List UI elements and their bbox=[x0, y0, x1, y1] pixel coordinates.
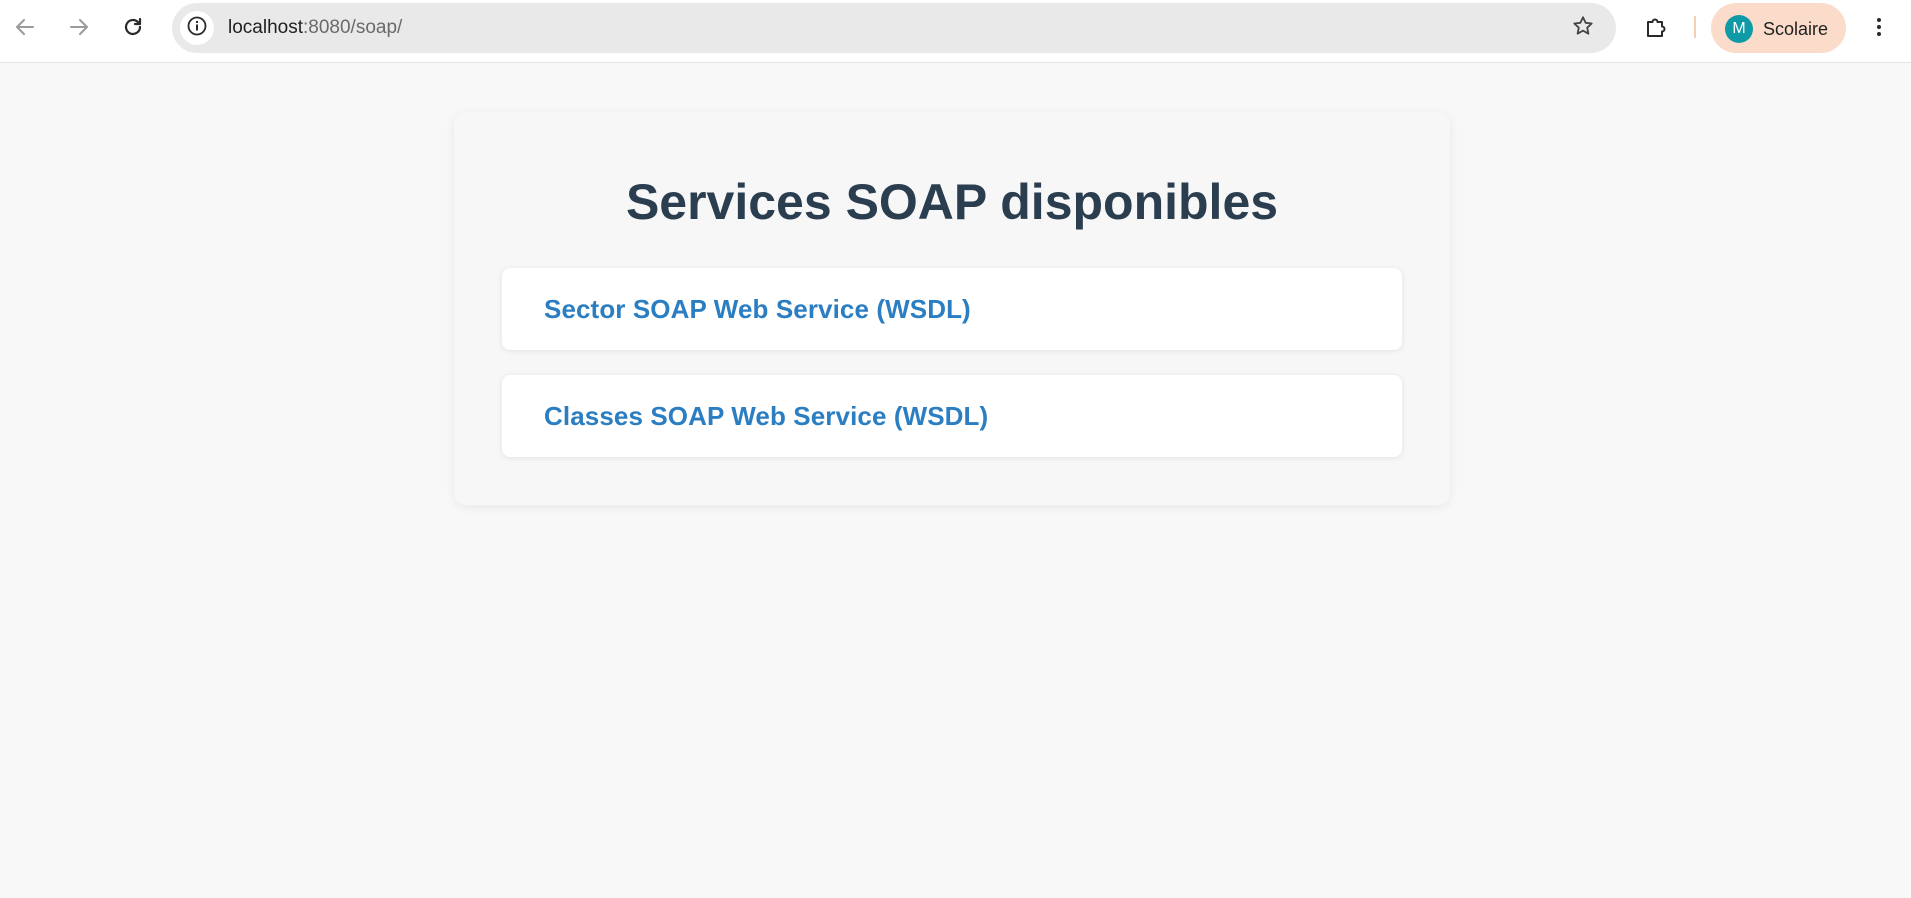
profile-chip[interactable]: M Scolaire bbox=[1711, 3, 1846, 53]
reload-icon bbox=[121, 15, 145, 39]
bookmark-button[interactable] bbox=[1570, 15, 1596, 41]
info-icon bbox=[186, 15, 208, 42]
browser-toolbar: localhost:8080/soap/ M Scolaire bbox=[0, 0, 1911, 63]
puzzle-icon bbox=[1643, 14, 1669, 40]
list-item[interactable]: Sector SOAP Web Service (WSDL) bbox=[502, 268, 1402, 350]
kebab-menu-icon bbox=[1867, 15, 1891, 39]
profile-name: Scolaire bbox=[1763, 19, 1829, 39]
site-info-button[interactable] bbox=[180, 11, 214, 45]
list-item[interactable]: Classes SOAP Web Service (WSDL) bbox=[502, 375, 1402, 457]
forward-button[interactable] bbox=[61, 9, 97, 45]
back-button[interactable] bbox=[7, 9, 43, 45]
services-list: Sector SOAP Web Service (WSDL) Classes S… bbox=[502, 268, 1402, 482]
arrow-left-icon bbox=[13, 15, 37, 39]
avatar: M bbox=[1725, 15, 1753, 43]
star-icon bbox=[1571, 14, 1595, 43]
classes-wsdl-link[interactable]: Classes SOAP Web Service (WSDL) bbox=[544, 401, 988, 431]
toolbar-divider bbox=[1694, 16, 1696, 38]
reload-button[interactable] bbox=[115, 9, 151, 45]
url-path: :8080/soap/ bbox=[303, 17, 403, 38]
browser-menu-button[interactable] bbox=[1861, 9, 1897, 45]
services-card: Services SOAP disponibles Sector SOAP We… bbox=[454, 112, 1450, 505]
page-title: Services SOAP disponibles bbox=[625, 174, 1279, 230]
address-bar[interactable]: localhost:8080/soap/ bbox=[172, 3, 1616, 53]
sector-wsdl-link[interactable]: Sector SOAP Web Service (WSDL) bbox=[544, 294, 971, 324]
url-text[interactable]: localhost:8080/soap/ bbox=[228, 17, 402, 39]
arrow-right-icon bbox=[67, 15, 91, 39]
url-host: localhost bbox=[228, 17, 303, 38]
extensions-button[interactable] bbox=[1638, 9, 1674, 45]
